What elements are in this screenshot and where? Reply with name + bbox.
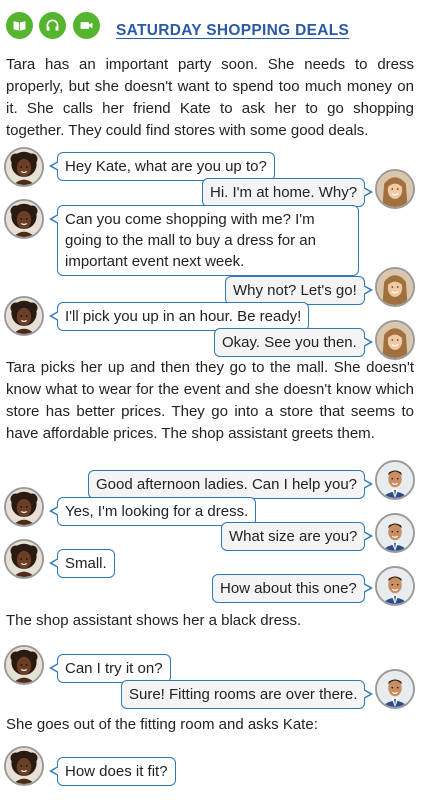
assistant-avatar	[375, 513, 415, 553]
kate-avatar	[375, 267, 415, 307]
book-icon[interactable]	[6, 12, 33, 39]
speech-bubble-assistant: Good afternoon ladies. Can I help you?	[88, 470, 374, 499]
assistant-avatar	[375, 669, 415, 709]
lesson-header: SATURDAY SHOPPING DEALS	[0, 0, 421, 46]
speech-bubble-assistant: What size are you?	[221, 522, 374, 551]
tara-avatar	[4, 487, 44, 527]
assistant-avatar	[375, 460, 415, 500]
speech-bubble-tara: I'll pick you up in an hour. Be ready!	[48, 302, 310, 331]
kate-avatar	[375, 320, 415, 360]
speech-bubble-tara: Can you come shopping with me? I'm going…	[49, 205, 359, 276]
speech-bubble-kate: Hi. I'm at home. Why?	[202, 178, 374, 207]
narration-paragraph: Tara has an important party soon. She ne…	[6, 56, 414, 139]
narration-paragraph: She goes out of the fitting room and ask…	[6, 716, 318, 733]
speech-bubble-tara: Can I try it on?	[49, 654, 171, 683]
speech-bubble-kate: Why not? Let's go!	[225, 276, 373, 305]
headphones-icon[interactable]	[39, 12, 66, 39]
tara-avatar	[4, 296, 44, 336]
tara-avatar	[4, 645, 44, 685]
speech-bubble-assistant: Sure! Fitting rooms are over there.	[121, 680, 374, 709]
speech-bubble-assistant: How about this one?	[212, 574, 373, 603]
speech-bubble-tara: Small.	[49, 549, 115, 578]
assistant-avatar	[375, 566, 415, 606]
tara-avatar	[4, 539, 44, 579]
page-title: SATURDAY SHOPPING DEALS	[116, 22, 350, 39]
kate-avatar	[375, 169, 415, 209]
speech-bubble-tara: How does it fit?	[49, 757, 176, 786]
narration-paragraph: The shop assistant shows her a black dre…	[6, 612, 302, 629]
speech-bubble-kate: Okay. See you then.	[214, 328, 373, 357]
narration-paragraph: Tara picks her up and then they go to th…	[6, 359, 414, 442]
tara-avatar	[4, 746, 44, 786]
tara-avatar	[4, 147, 44, 187]
tara-avatar	[4, 199, 44, 239]
video-camera-icon[interactable]	[73, 12, 100, 39]
speech-bubble-tara: Hey Kate, what are you up to?	[49, 152, 275, 181]
